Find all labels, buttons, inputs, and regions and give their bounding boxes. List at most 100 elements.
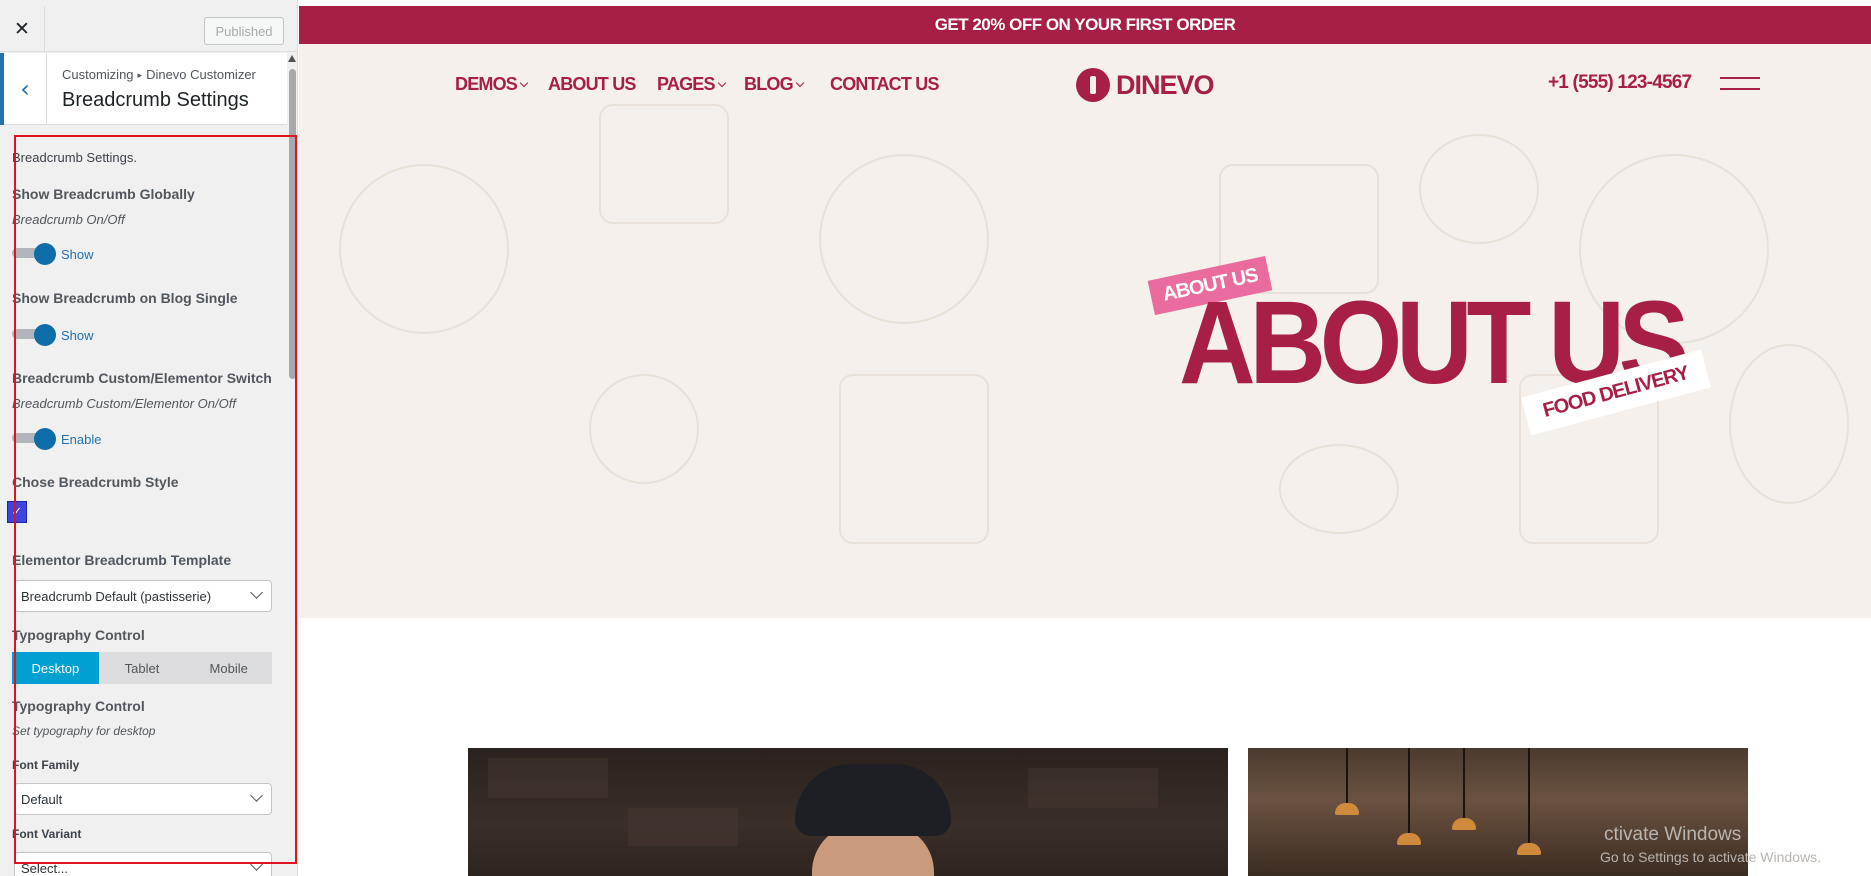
chevron-down-icon [519,78,529,88]
menu-icon[interactable] [1720,77,1760,91]
scroll-thumb[interactable] [289,69,296,379]
font-variant-label: Font Variant [12,827,82,841]
breadcrumb-parent: Customizing [62,67,134,82]
toggle-knob [34,324,56,346]
toggle-knob [34,428,56,450]
logo-icon [1076,68,1110,102]
custom-switch-toggle[interactable] [12,428,56,450]
device-tabs: Desktop Tablet Mobile [12,652,272,684]
custom-switch-description: Breadcrumb Custom/Elementor On/Off [12,396,236,411]
nav-about-us[interactable]: ABOUT US [548,74,636,95]
back-button[interactable]: ‹ [0,53,47,125]
custom-switch-state: Enable [61,432,102,447]
doodle-mug [599,104,729,224]
breadcrumb-style-label: Chose Breadcrumb Style [12,474,179,490]
nav-contact-us[interactable]: CONTACT US [830,74,939,95]
highlight-annotation [14,135,297,864]
doodle-jar-3 [1729,344,1849,504]
font-family-value: Default [21,791,63,807]
lamp [1452,818,1476,830]
page-title: Breadcrumb Settings [62,89,249,111]
toggle-knob [34,243,56,265]
close-icon: ✕ [14,18,30,40]
brick-detail [628,808,738,846]
font-variant-select[interactable]: Select... [14,852,272,876]
show-blog-single-label: Show Breadcrumb on Blog Single [12,290,238,306]
close-customizer-button[interactable]: ✕ [0,6,45,52]
nav-about-us-label: ABOUT US [548,74,636,94]
nav-contact-us-label: CONTACT US [830,74,939,94]
checkmark-icon: ✓ [11,504,23,520]
phone-link[interactable]: +1 (555) 123-4567 [1548,72,1692,94]
windows-watermark-text: Go to Settings to activate Windows. [1600,849,1821,865]
chevron-down-icon [795,78,805,88]
menu-line [1720,88,1760,90]
breadcrumb-current: Dinevo Customizer [146,67,256,82]
windows-watermark-title: ctivate Windows [1604,824,1742,845]
scroll-up-icon[interactable] [288,55,296,62]
customizer-window: ✕ Published ‹ Customizing ▸ Dinevo Customi… [0,0,1871,876]
brick-detail [488,758,608,798]
chevron-down-icon [250,858,263,871]
doodle-jar [839,374,989,544]
show-blog-single-state: Show [61,328,94,343]
font-variant-value: Select... [21,860,68,876]
nav-demos-label: DEMOS [455,74,518,94]
section-description: Breadcrumb Settings. [12,150,138,165]
doodle-muffin [1279,444,1399,534]
nav-pages-label: PAGES [657,74,715,94]
tab-tablet[interactable]: Tablet [99,652,186,684]
typography-tabs-label: Typography Control [12,627,145,643]
nav-demos[interactable]: DEMOS [455,74,529,95]
logo-text: DINEVO [1116,69,1215,100]
lamp-cord [1528,748,1530,843]
brick-detail [1028,768,1158,808]
chevron-down-icon [250,789,263,802]
typography-description: Set typography for desktop [12,724,156,738]
chef-hat [795,764,951,836]
site-logo[interactable]: DINEVO [1076,67,1215,103]
lamp [1397,833,1421,845]
nav-blog-label: BLOG [744,74,794,94]
breadcrumb-arrow-icon: ▸ [137,70,143,80]
doodle-swirl [819,154,989,324]
lamp [1517,843,1541,855]
show-globally-state: Show [61,247,94,262]
typography-label: Typography Control [12,698,145,714]
menu-line [1720,77,1760,79]
tab-mobile[interactable]: Mobile [185,652,272,684]
customizer-header: ✕ Published [0,6,297,52]
sidebar-scrollbar[interactable] [287,53,297,876]
template-label: Elementor Breadcrumb Template [12,552,232,568]
chevron-left-icon: ‹ [20,75,30,103]
chevron-down-icon [717,78,726,88]
nav-pages[interactable]: PAGES [657,74,726,95]
site-preview: GET 20% OFF ON YOUR FIRST ORDER DEMOS AB… [299,0,1871,876]
chevron-down-icon [250,586,263,599]
show-globally-label: Show Breadcrumb Globally [12,186,195,202]
doodle-donut [339,164,509,334]
font-family-select[interactable]: Default [14,783,272,815]
lamp-cord [1408,748,1410,833]
lamp-cord [1463,748,1465,818]
show-globally-toggle[interactable] [12,243,56,265]
published-button[interactable]: Published [204,17,284,45]
breadcrumb-style-checkbox[interactable]: ✓ [7,501,27,523]
customizer-sidebar: ✕ Published ‹ Customizing ▸ Dinevo Customi… [0,0,298,876]
custom-switch-label: Breadcrumb Custom/Elementor Switch [12,370,272,386]
doodle-cookie [589,374,699,484]
template-select[interactable]: Breadcrumb Default (pastisserie) [14,580,272,612]
show-blog-single-toggle[interactable] [12,324,56,346]
font-family-label: Font Family [12,758,80,772]
section-header: ‹ Customizing ▸ Dinevo Customizer Breadcru… [0,53,288,125]
lamp-cord [1346,748,1348,803]
template-select-value: Breadcrumb Default (pastisserie) [21,588,212,604]
tab-desktop[interactable]: Desktop [12,652,99,684]
lamp [1335,803,1359,815]
show-globally-description: Breadcrumb On/Off [12,212,125,227]
promo-bar: GET 20% OFF ON YOUR FIRST ORDER [299,6,1871,44]
nav-blog[interactable]: BLOG [744,74,805,95]
doodle-cake [1419,134,1539,244]
chef-photo [468,748,1228,876]
breadcrumb: Customizing ▸ Dinevo Customizer [62,67,256,82]
